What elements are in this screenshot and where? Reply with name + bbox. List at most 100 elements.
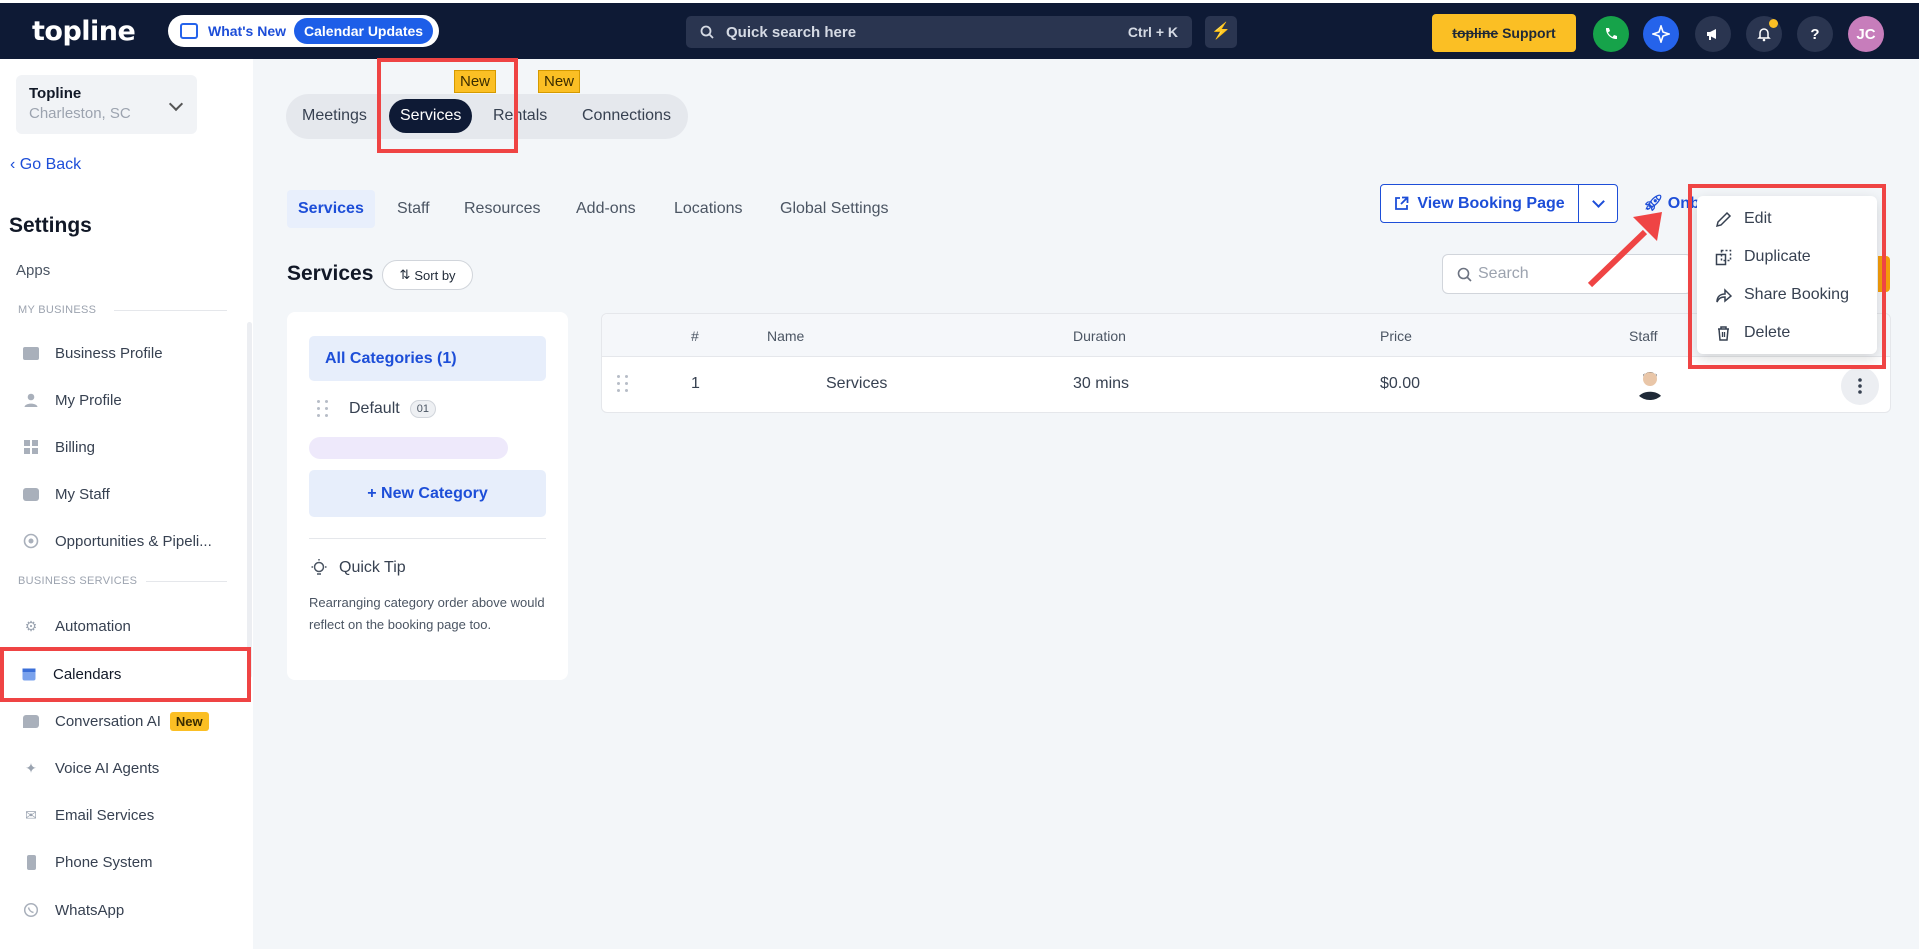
gears-icon: ⚙ [24,617,38,634]
sort-by-button[interactable]: ⇅ Sort by [382,260,473,290]
megaphone-icon[interactable] [1695,16,1731,52]
target-icon [22,533,40,549]
quick-tip-heading: Quick Tip [309,558,406,578]
row-actions-menu: Edit Duplicate Share Booking Delete [1697,196,1877,354]
search-placeholder: Search [1478,265,1529,282]
whats-new-button[interactable]: What's New Calendar Updates [168,15,439,47]
sidebar-scrollbar[interactable] [247,322,252,678]
sidebar-item-voice-ai-agents[interactable]: ✦ Voice AI Agents [22,756,159,780]
sidebar-item-label: Opportunities & Pipeli... [55,532,212,550]
section-label-business-services: BUSINESS SERVICES [18,575,138,587]
rentals-new-badge: New [538,70,581,93]
help-icon[interactable]: ? [1797,16,1833,52]
services-new-badge: New [454,70,497,93]
section-label-my-business: MY BUSINESS [18,304,97,316]
column-header-price[interactable]: Price [1380,328,1412,344]
share-icon [1716,287,1732,303]
all-categories-item[interactable]: All Categories (1) [309,336,546,381]
drag-handle-icon[interactable] [317,400,329,418]
subtab-services[interactable]: Services [287,190,375,228]
column-header-name[interactable]: Name [767,328,804,344]
lightning-icon[interactable]: ⚡ [1205,16,1237,48]
app-logo[interactable]: topline [32,16,136,47]
drag-handle-icon[interactable] [617,375,629,393]
chat-icon [22,713,40,729]
staff-avatar[interactable] [1633,366,1667,400]
subtab-global-settings[interactable]: Global Settings [780,190,889,228]
menu-item-delete[interactable]: Delete [1715,321,1790,345]
user-icon [22,392,40,408]
settings-sidebar: Topline Charleston, SC ‹ Go Back Setting… [0,59,253,949]
ai-sparkle-icon[interactable] [1643,16,1679,52]
menu-item-label: Share Booking [1744,286,1849,303]
category-drop-placeholder [309,437,508,459]
sidebar-item-whatsapp[interactable]: WhatsApp [22,898,124,922]
quick-tip-title: Quick Tip [339,559,406,576]
category-default-item[interactable]: Default 01 [317,400,436,418]
menu-item-label: Delete [1744,324,1791,341]
sparkle-icon: ✦ [25,759,37,776]
tab-meetings[interactable]: Meetings [291,99,378,133]
sidebar-item-apps[interactable]: Apps [16,262,50,279]
sidebar-item-business-profile[interactable]: Business Profile [22,341,163,365]
sidebar-item-label: Billing [55,438,96,456]
sidebar-item-my-staff[interactable]: My Staff [22,482,110,506]
subtab-add-ons[interactable]: Add-ons [576,190,636,228]
top-bar: topline What's New Calendar Updates Quic… [0,0,1919,59]
sidebar-item-my-profile[interactable]: My Profile [22,388,122,412]
calendar-updates-pill[interactable]: Calendar Updates [294,18,434,44]
menu-item-share-booking[interactable]: Share Booking [1715,283,1849,307]
go-back-label: Go Back [19,156,82,173]
service-name[interactable]: Services [826,375,887,393]
add-service-button-edge[interactable] [1878,256,1890,292]
go-back-link[interactable]: ‹ Go Back [10,156,81,174]
sidebar-item-automation[interactable]: ⚙ Automation [22,614,131,638]
business-location: Charleston, SC [29,105,131,122]
sidebar-item-billing[interactable]: Billing [22,435,95,459]
business-switcher[interactable]: Topline Charleston, SC [16,75,197,134]
new-badge: New [169,711,209,731]
menu-item-duplicate[interactable]: Duplicate [1715,245,1811,269]
new-category-button[interactable]: + New Category [309,470,546,517]
sidebar-item-email-services[interactable]: ✉ Email Services [22,803,154,827]
menu-item-edit[interactable]: Edit [1715,207,1772,231]
column-header-duration[interactable]: Duration [1073,328,1126,344]
settings-title: Settings [9,214,92,237]
row-actions-button[interactable] [1841,367,1879,405]
search-icon [700,25,714,39]
quick-search-placeholder: Quick search here [726,23,857,41]
sidebar-item-label: Automation [55,617,131,635]
tab-rentals[interactable]: Rentals [482,99,558,133]
categories-panel: All Categories (1) Default 01 + New Cate… [287,312,568,680]
sidebar-item-calendars[interactable]: Calendars [20,662,121,686]
sidebar-item-conversation-ai[interactable]: Conversation AI New [22,709,209,733]
duplicate-icon [1715,249,1732,265]
sidebar-item-label: Business Profile [55,344,163,362]
subtab-resources[interactable]: Resources [464,190,540,228]
notification-dot [1769,19,1778,28]
view-booking-page-label: View Booking Page [1417,194,1565,212]
subtab-locations[interactable]: Locations [674,190,743,228]
support-label: Support [1502,25,1556,41]
sidebar-item-phone-system[interactable]: Phone System [22,850,153,874]
sidebar-item-label: My Profile [55,391,122,409]
service-price: $0.00 [1380,375,1421,392]
user-avatar[interactable]: JC [1848,16,1884,52]
row-number: 1 [691,375,700,392]
phone-device-icon [22,854,40,870]
bell-icon[interactable] [1746,16,1782,52]
section-divider [114,310,227,311]
service-duration: 30 mins [1073,375,1130,392]
column-header-staff: Staff [1629,328,1658,344]
tab-connections[interactable]: Connections [571,99,682,133]
mail-icon: ✉ [25,806,37,823]
quick-search[interactable]: Quick search here Ctrl + K [686,16,1192,48]
tab-services[interactable]: Services [389,99,473,133]
column-header-number: # [691,328,699,344]
phone-icon[interactable] [1593,16,1629,52]
subtab-staff[interactable]: Staff [397,190,430,228]
support-button[interactable]: topline Support [1432,14,1576,52]
sidebar-item-opportunities[interactable]: Opportunities & Pipeli... [22,529,212,553]
sidebar-item-label: Email Services [55,806,155,824]
view-booking-page-button[interactable]: View Booking Page [1381,185,1579,222]
